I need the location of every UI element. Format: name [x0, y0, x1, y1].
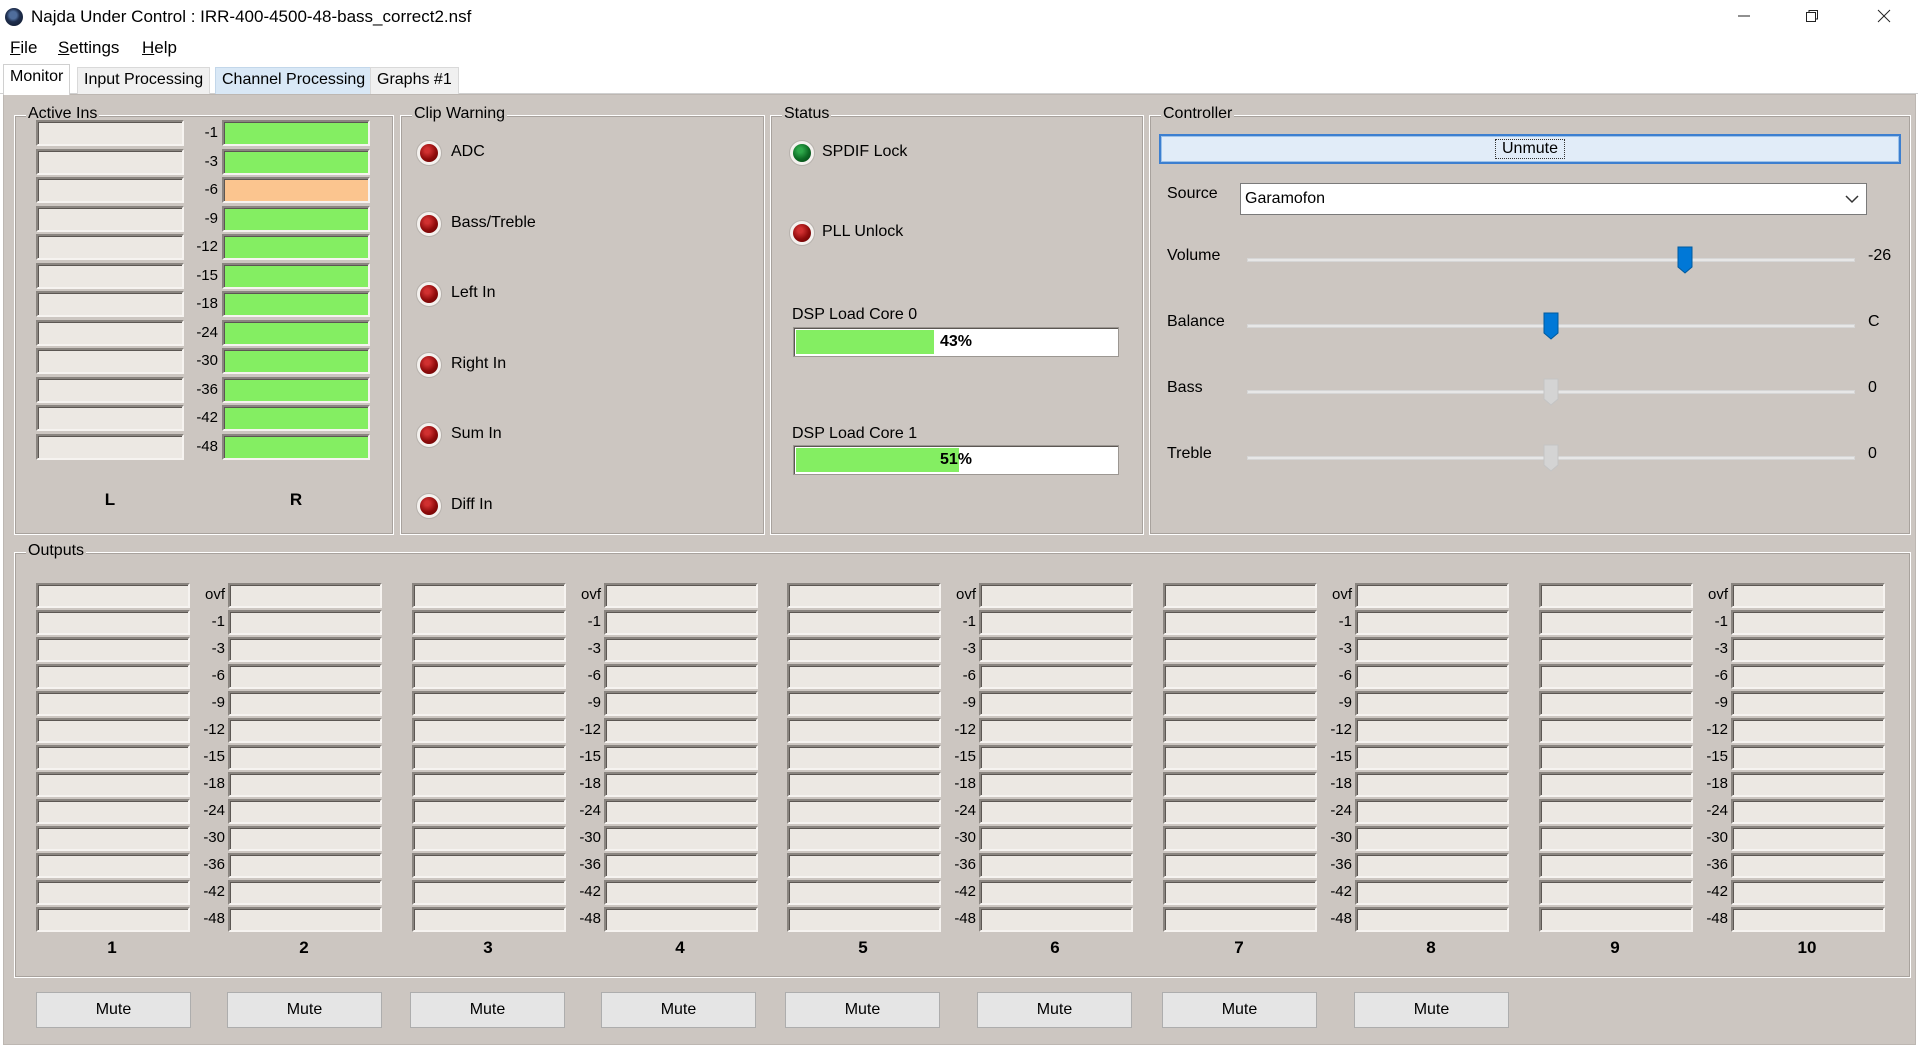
mute-button-3[interactable]: Mute	[410, 992, 565, 1028]
tab-input-processing[interactable]: Input Processing	[77, 67, 211, 94]
minimize-icon[interactable]	[1710, 0, 1778, 32]
tab-strip: Monitor Input Processing Channel Process…	[0, 62, 1918, 95]
tab-monitor[interactable]: Monitor	[3, 64, 71, 95]
tab-graphs-1[interactable]: Graphs #1	[370, 67, 459, 94]
menu-help[interactable]: Help	[142, 38, 177, 58]
mute-button-2[interactable]: Mute	[227, 992, 382, 1028]
mute-button-4[interactable]: Mute	[601, 992, 756, 1028]
app-disc-icon	[5, 8, 23, 26]
close-icon[interactable]	[1850, 0, 1918, 32]
mute-buttons: Mute Mute Mute Mute Mute Mute Mute Mute	[4, 95, 1917, 1035]
mute-button-8[interactable]: Mute	[1354, 992, 1509, 1028]
title-bar: Najda Under Control : IRR-400-4500-48-ba…	[0, 0, 1918, 34]
mute-button-1[interactable]: Mute	[36, 992, 191, 1028]
tab-channel-processing[interactable]: Channel Processing	[215, 67, 373, 94]
menu-bar: File Settings Help	[0, 34, 1918, 62]
restore-icon[interactable]	[1778, 0, 1846, 32]
menu-settings[interactable]: Settings	[58, 38, 119, 58]
monitor-panel: Active Ins L R -1 -3 -6 -9 -12 -15 -18 -24 -30 -36-…	[3, 94, 1916, 1045]
window-title: Najda Under Control : IRR-400-4500-48-ba…	[31, 7, 472, 26]
mute-button-5[interactable]: Mute	[785, 992, 940, 1028]
mute-button-7[interactable]: Mute	[1162, 992, 1317, 1028]
mute-button-6[interactable]: Mute	[977, 992, 1132, 1028]
menu-file[interactable]: File	[10, 38, 37, 58]
